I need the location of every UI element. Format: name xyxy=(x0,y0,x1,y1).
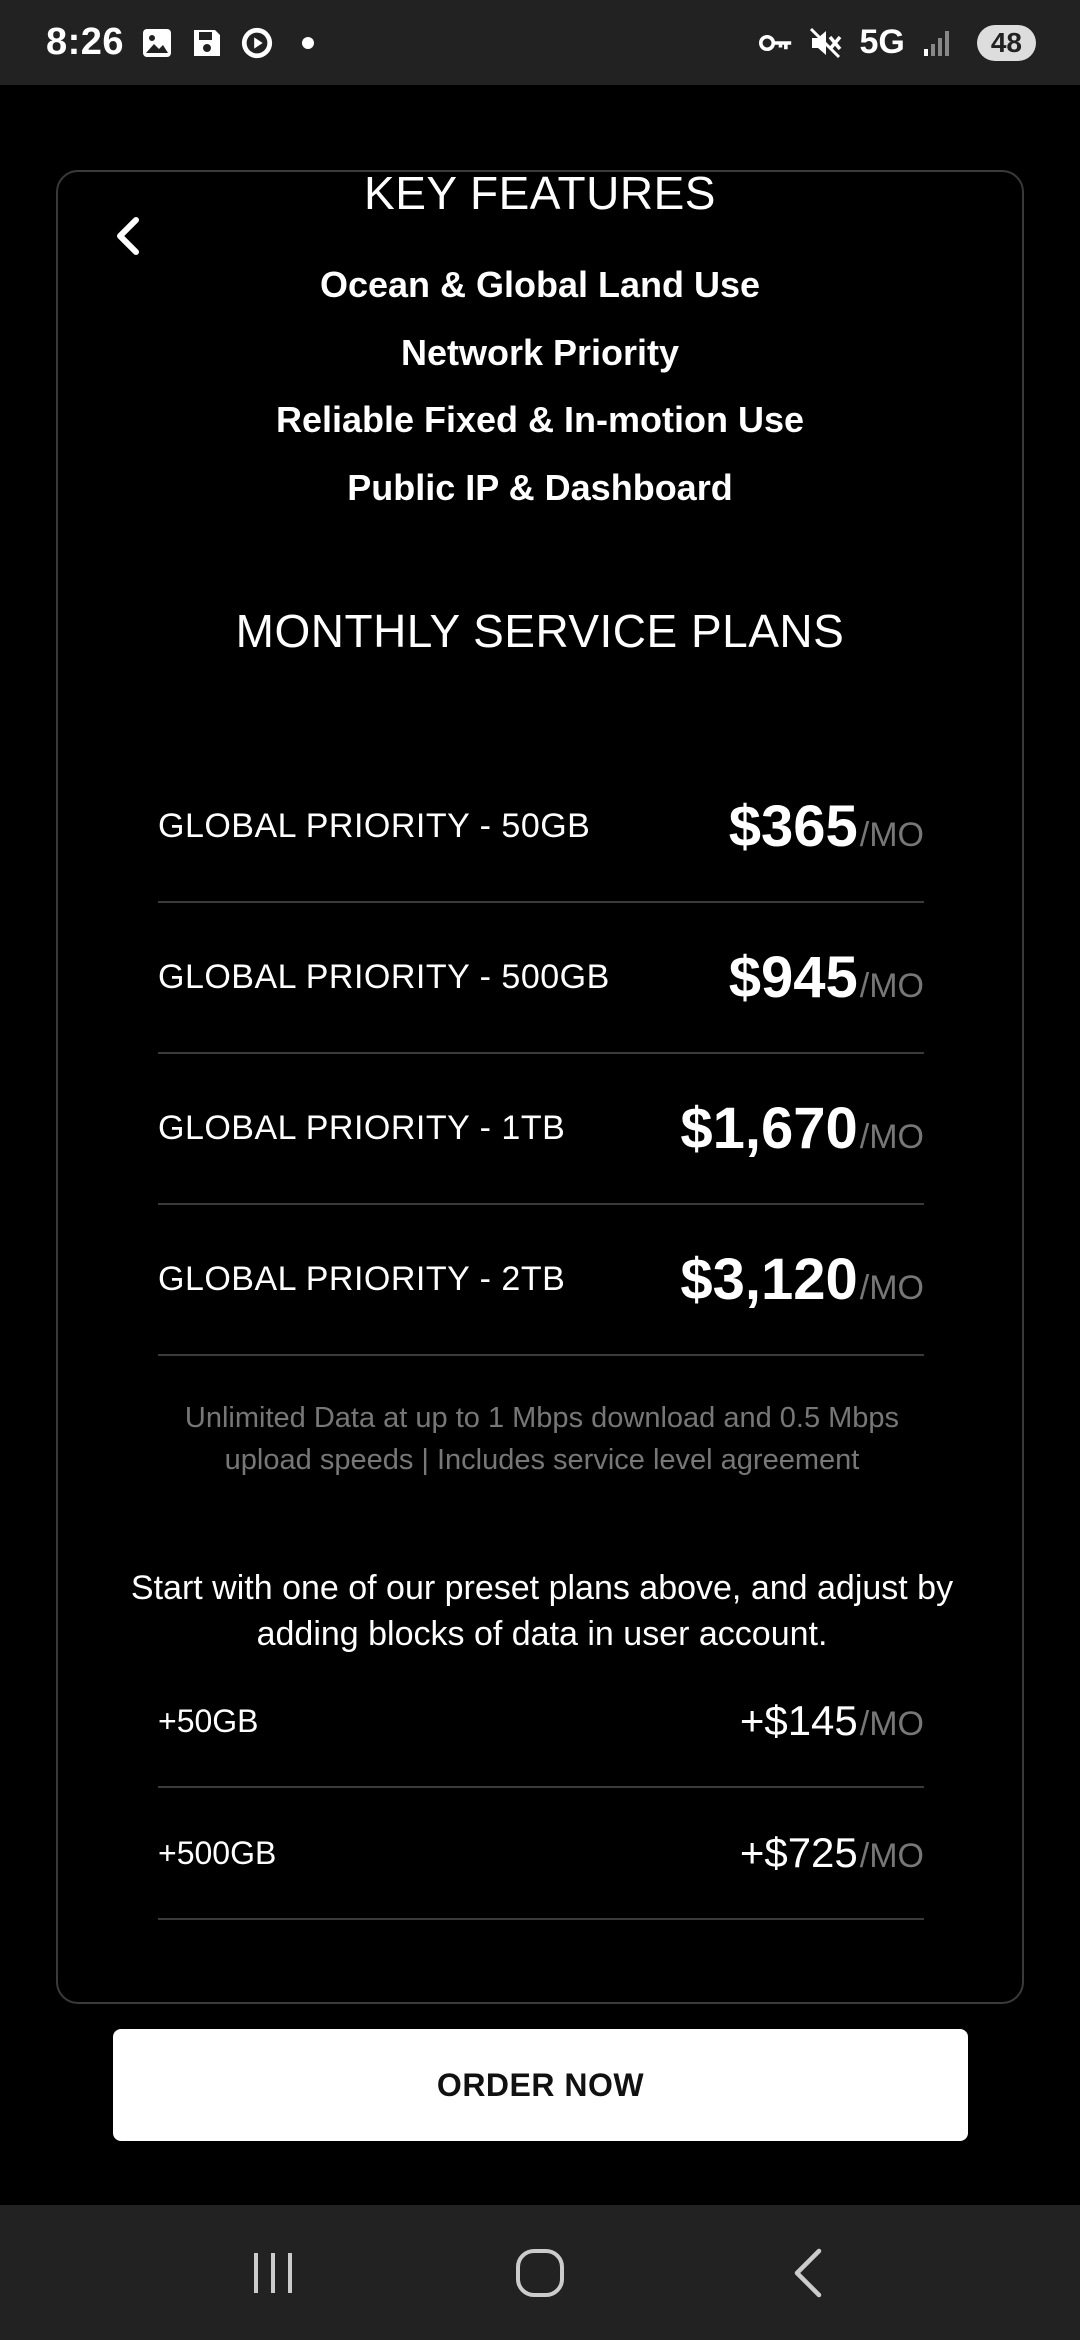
addon-price-amount: +$145 xyxy=(739,1697,858,1744)
status-right: 5G 48 xyxy=(759,23,1036,62)
addon-name: +500GB xyxy=(158,1834,277,1871)
plan-price: $3,120 /MO xyxy=(680,1246,924,1313)
plan-name: GLOBAL PRIORITY - 500GB xyxy=(158,958,610,996)
monthly-plans-title: MONTHLY SERVICE PLANS xyxy=(235,605,845,657)
status-time: 8:26 xyxy=(46,21,125,63)
feature-item: Reliable Fixed & In-motion Use xyxy=(275,399,805,440)
system-nav-bar xyxy=(0,2205,1080,2340)
plan-row[interactable]: GLOBAL PRIORITY - 1TB $1,670 /MO xyxy=(158,1054,924,1205)
plan-price: $945 /MO xyxy=(729,944,924,1011)
plan-price-unit: /MO xyxy=(859,816,924,854)
addon-name: +50GB xyxy=(158,1702,259,1739)
plans-card: KEY FEATURES Ocean & Global Land Use Net… xyxy=(56,167,1024,2004)
plan-price-amount: $3,120 xyxy=(680,1247,858,1312)
status-bar: 8:26 5G 48 xyxy=(0,0,1080,85)
key-icon xyxy=(759,26,793,60)
addon-price: +$145 /MO xyxy=(740,1697,924,1745)
plan-name: GLOBAL PRIORITY - 1TB xyxy=(158,1109,566,1147)
home-button[interactable] xyxy=(500,2233,580,2313)
feature-item: Network Priority xyxy=(400,332,680,373)
plan-price-unit: /MO xyxy=(859,967,924,1005)
plan-row[interactable]: GLOBAL PRIORITY - 2TB $3,120 /MO xyxy=(158,1205,924,1356)
gallery-icon xyxy=(140,26,174,60)
network-type: 5G xyxy=(859,23,905,61)
plan-price: $365 /MO xyxy=(729,793,924,860)
battery-level: 48 xyxy=(976,24,1036,61)
key-features-title: KEY FEATURES xyxy=(364,167,716,219)
plan-name: GLOBAL PRIORITY - 2TB xyxy=(158,1260,566,1298)
home-icon xyxy=(515,2248,564,2297)
nav-back-button[interactable] xyxy=(767,2233,847,2313)
plan-row[interactable]: GLOBAL PRIORITY - 500GB $945 /MO xyxy=(158,903,924,1054)
addon-price-unit: /MO xyxy=(859,1837,924,1875)
notification-dot-icon xyxy=(302,36,315,49)
order-now-button[interactable]: ORDER NOW xyxy=(113,2029,968,2141)
plan-price-unit: /MO xyxy=(859,1118,924,1156)
play-circle-icon xyxy=(240,26,274,60)
status-left: 8:26 xyxy=(46,21,315,64)
addon-price-unit: /MO xyxy=(859,1705,924,1743)
recents-icon xyxy=(254,2252,293,2293)
plan-price-amount: $945 xyxy=(728,945,858,1010)
plan-row[interactable]: GLOBAL PRIORITY - 50GB $365 /MO xyxy=(158,752,924,903)
mute-icon xyxy=(809,26,843,60)
addons-intro: Start with one of our preset plans above… xyxy=(130,1569,954,1653)
plan-name: GLOBAL PRIORITY - 50GB xyxy=(158,807,591,845)
save-icon xyxy=(190,26,224,60)
signal-icon xyxy=(921,26,955,60)
chevron-left-icon xyxy=(117,217,139,255)
feature-item: Public IP & Dashboard xyxy=(347,467,733,508)
addon-row[interactable]: +50GB +$145 /MO xyxy=(158,1656,924,1788)
addon-price: +$725 /MO xyxy=(740,1829,924,1877)
plans-note: Unlimited Data at up to 1 Mbps download … xyxy=(184,1402,900,1476)
plan-price: $1,670 /MO xyxy=(680,1095,924,1162)
back-icon xyxy=(794,2248,821,2297)
plan-price-amount: $1,670 xyxy=(680,1096,858,1161)
plan-price-amount: $365 xyxy=(728,794,858,859)
recents-button[interactable] xyxy=(233,2233,313,2313)
addon-price-amount: +$725 xyxy=(739,1829,858,1876)
addon-row[interactable]: +500GB +$725 /MO xyxy=(158,1788,924,1920)
feature-item: Ocean & Global Land Use xyxy=(319,264,761,305)
plan-price-unit: /MO xyxy=(859,1269,924,1307)
